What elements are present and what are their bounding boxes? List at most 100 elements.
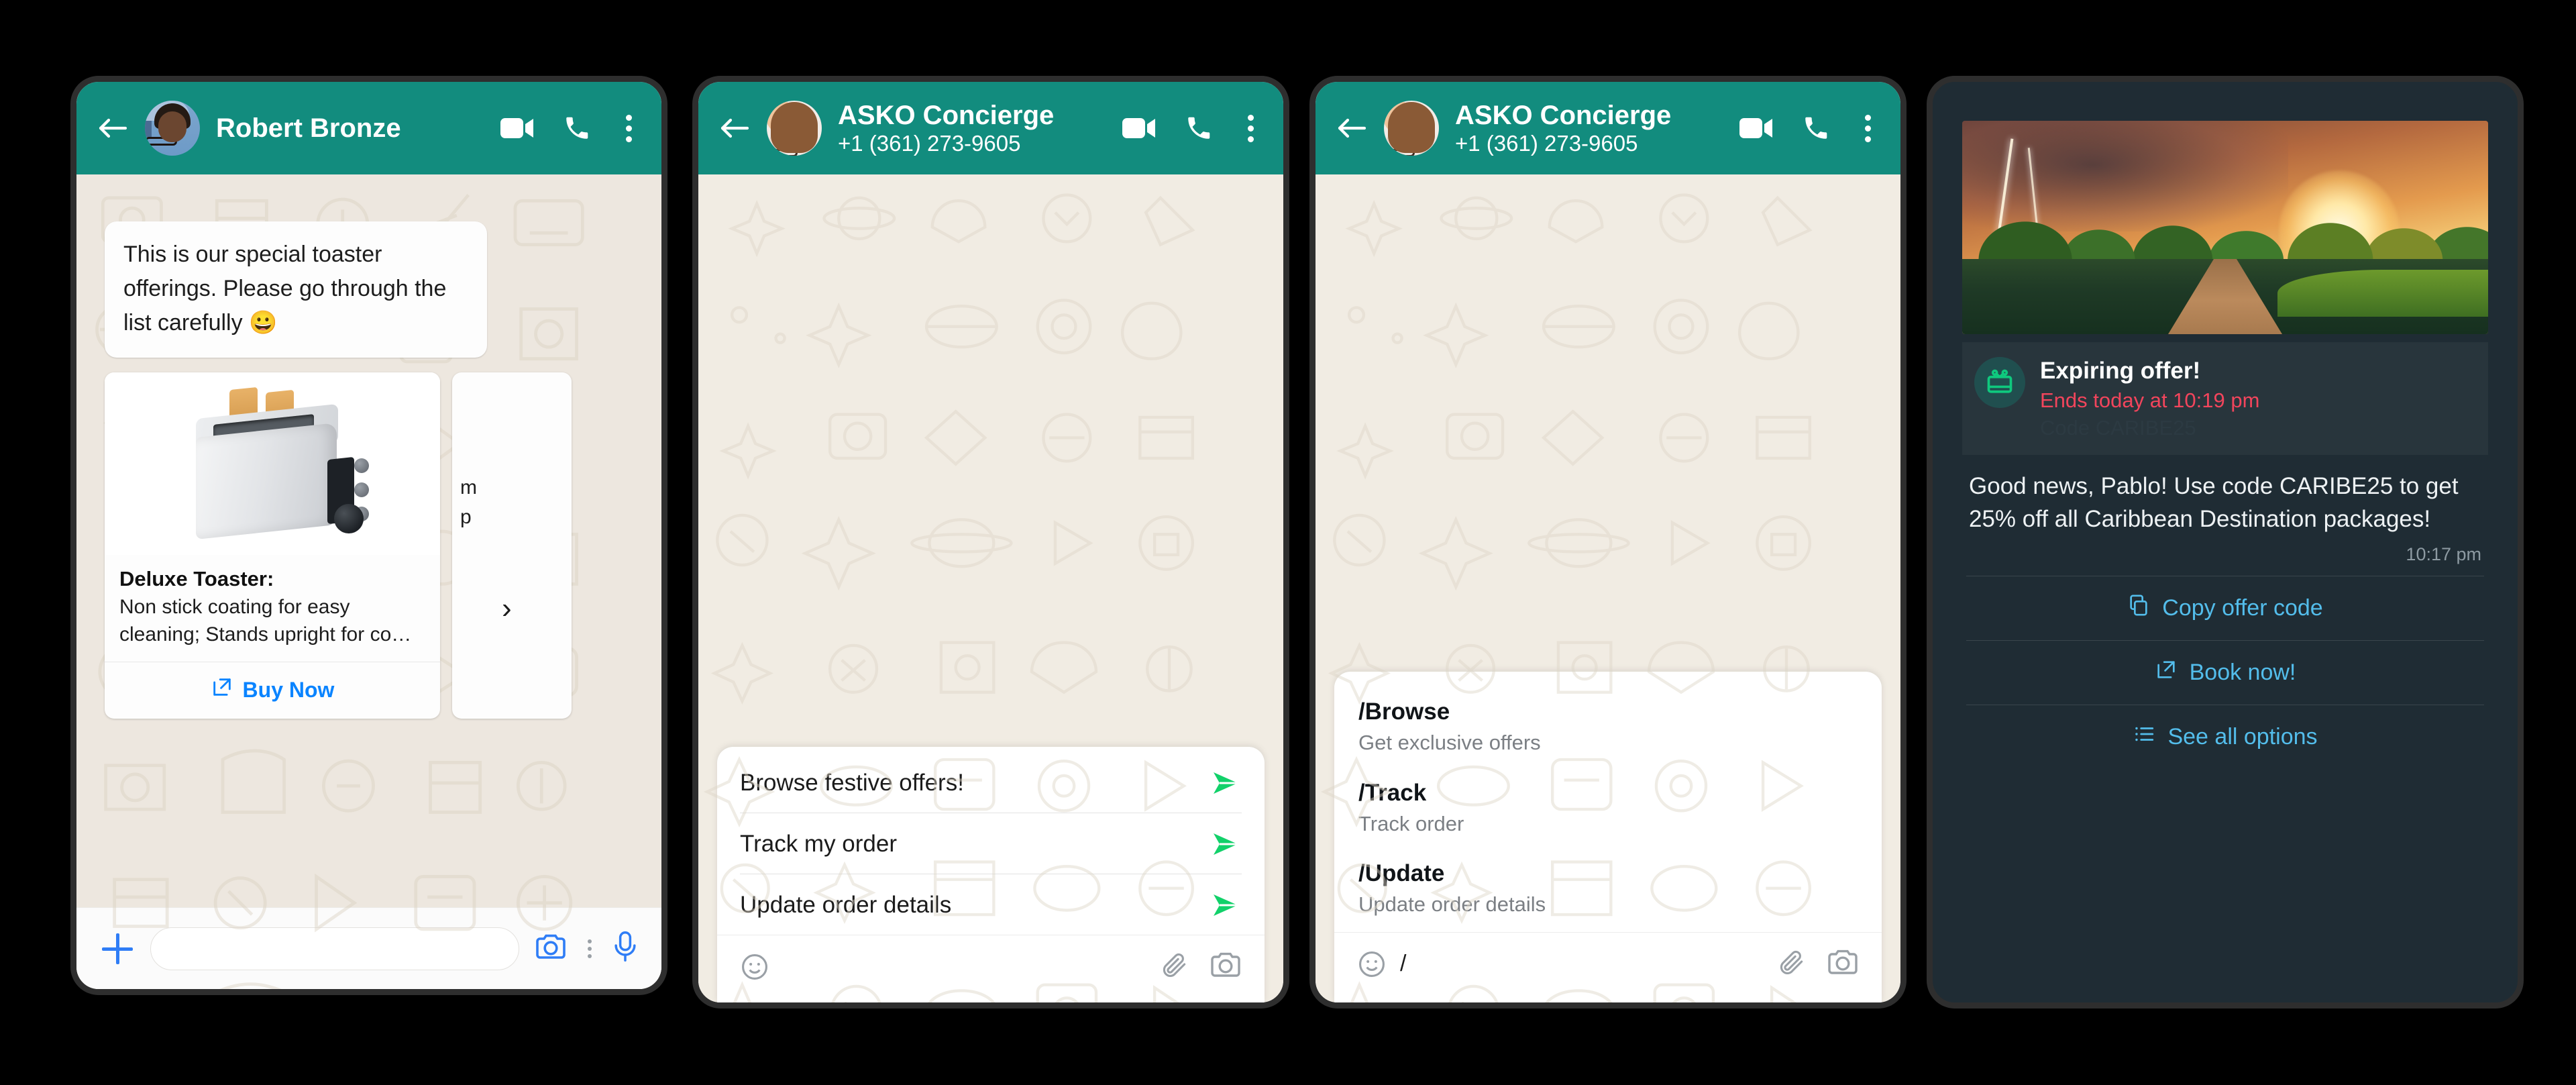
command-name: /Track [1358,779,1427,806]
overflow-menu-icon[interactable] [619,112,639,145]
avatar[interactable] [767,101,822,156]
see-all-options-button[interactable]: See all options [1962,705,2488,769]
copy-offer-code-button[interactable]: Copy offer code [1962,576,2488,640]
quick-reply-item[interactable]: Update order details [717,874,1265,935]
contact-phone: +1 (361) 273-9605 [1455,131,1638,156]
phone-panel-2: ASKO Concierge +1 (361) 273-9605 Browse … [692,76,1289,1009]
quick-reply-item[interactable]: Track my order [717,813,1265,874]
send-arrow-icon[interactable] [1211,831,1242,858]
product-description: Non stick coating for easy cleaning; Sta… [119,596,412,645]
contact-name: Robert Bronze [216,113,401,143]
phone-panel-4: Expiring offer! Ends today at 10:19 pm C… [1927,76,2524,1009]
avatar[interactable] [145,101,200,156]
camera-icon[interactable] [1210,950,1242,983]
send-arrow-icon[interactable] [1211,770,1242,796]
video-call-icon[interactable] [500,115,535,141]
emoji-smiley-icon[interactable] [740,952,769,982]
phone-call-icon[interactable] [563,114,591,142]
message-input-bar-3: / [1334,932,1882,1000]
chat-header-2: ASKO Concierge +1 (361) 273-9605 [698,82,1283,174]
header-actions-2 [1122,112,1260,145]
overflow-menu-icon[interactable] [1241,112,1260,145]
product-title: Deluxe Toaster: [119,567,274,590]
message-input-3[interactable]: / [1400,951,1764,977]
phone-call-icon[interactable] [1802,114,1830,142]
product-card-body: Deluxe Toaster: Non stick coating for ea… [105,555,440,662]
contact-info-2[interactable]: ASKO Concierge +1 (361) 273-9605 [838,100,1108,156]
quick-reply-card: Browse festive offers! Track my order Up… [717,747,1265,1002]
message-list-1: This is our special toaster offerings. P… [76,174,661,907]
offer-code-line: Code CARIBE25 [2040,415,2196,440]
message-input-bar-1 [76,907,661,989]
video-call-icon[interactable] [1122,115,1157,141]
copy-icon [2127,594,2150,623]
command-item[interactable]: /Browse Get exclusive offers [1334,689,1882,770]
buy-now-button[interactable]: Buy Now [105,662,440,719]
offer-hero-image [1962,121,2488,334]
command-name: /Browse [1358,699,1450,725]
overflow-menu-icon[interactable] [1858,112,1878,145]
compose-icons-2 [1160,950,1242,983]
message-list-3 [1316,174,1900,672]
product-card[interactable]: Deluxe Toaster: Non stick coating for ea… [105,372,440,719]
header-actions-3 [1739,112,1878,145]
more-dots-icon[interactable] [582,939,597,958]
header-actions-1 [500,112,639,145]
peek-text: m p [452,372,572,531]
grass-bank [2277,270,2488,317]
microphone-icon[interactable] [612,931,639,966]
see-all-options-label: See all options [2167,723,2318,750]
chat-area-1: This is our special toaster offerings. P… [76,174,661,989]
screenshot-stage: Robert Bronze This is our special toaste… [0,0,2576,1085]
slash-command-list: /Browse Get exclusive offers /Track Trac… [1334,672,1882,1002]
carousel-next-icon[interactable]: › [502,594,512,623]
message-input-1[interactable] [150,927,519,970]
back-arrow-icon[interactable] [94,109,131,147]
message-timestamp: 10:17 pm [2406,544,2481,564]
expiring-offer-banner: Expiring offer! Ends today at 10:19 pm C… [1962,342,2488,455]
plus-icon[interactable] [99,931,136,967]
avatar[interactable] [1384,101,1439,156]
treeline [1962,187,2488,260]
command-description: Get exclusive offers [1358,730,1541,754]
book-now-button[interactable]: Book now! [1962,641,2488,705]
camera-icon[interactable] [534,932,568,965]
contact-info-3[interactable]: ASKO Concierge +1 (361) 273-9605 [1455,100,1725,156]
product-card-peek[interactable]: m p [452,372,572,719]
back-arrow-icon[interactable] [716,109,753,147]
paperclip-icon[interactable] [1777,947,1807,980]
paperclip-icon[interactable] [1160,950,1189,983]
peek-line-1: m [460,476,477,499]
toaster-illustration [172,386,373,543]
emoji-smiley-icon[interactable] [1357,949,1387,979]
external-link-icon [2155,658,2178,687]
command-description: Update order details [1358,892,1546,917]
offer-expiry: Ends today at 10:19 pm [2040,389,2260,412]
quick-reply-label: Browse festive offers! [740,770,964,796]
message-input-bar-2 [717,935,1265,1002]
chat-header-1: Robert Bronze [76,82,661,174]
book-now-label: Book now! [2189,659,2296,685]
video-call-icon[interactable] [1739,115,1774,141]
phone-panel-3: ASKO Concierge +1 (361) 273-9605 /Browse… [1309,76,1907,1009]
contact-info-1[interactable]: Robert Bronze [216,113,486,144]
product-image [105,372,440,555]
send-arrow-icon[interactable] [1211,892,1242,919]
chat-header-3: ASKO Concierge +1 (361) 273-9605 [1316,82,1900,174]
product-carousel[interactable]: Deluxe Toaster: Non stick coating for ea… [105,372,661,719]
quick-reply-item[interactable]: Browse festive offers! [717,752,1265,813]
list-icon [2133,723,2155,752]
contact-phone: +1 (361) 273-9605 [838,131,1021,156]
offer-screen: Expiring offer! Ends today at 10:19 pm C… [1933,82,2518,1002]
command-description: Track order [1358,811,1464,835]
command-item[interactable]: /Track Track order [1334,770,1882,851]
contact-name: ASKO Concierge [1455,101,1672,131]
camera-icon[interactable] [1827,947,1859,980]
external-link-icon [211,676,233,704]
command-item[interactable]: /Update Update order details [1334,851,1882,932]
copy-offer-code-label: Copy offer code [2162,595,2323,621]
offer-title: Expiring offer! [2040,358,2201,384]
quick-reply-label: Update order details [740,892,952,918]
back-arrow-icon[interactable] [1333,109,1371,147]
phone-call-icon[interactable] [1185,114,1213,142]
